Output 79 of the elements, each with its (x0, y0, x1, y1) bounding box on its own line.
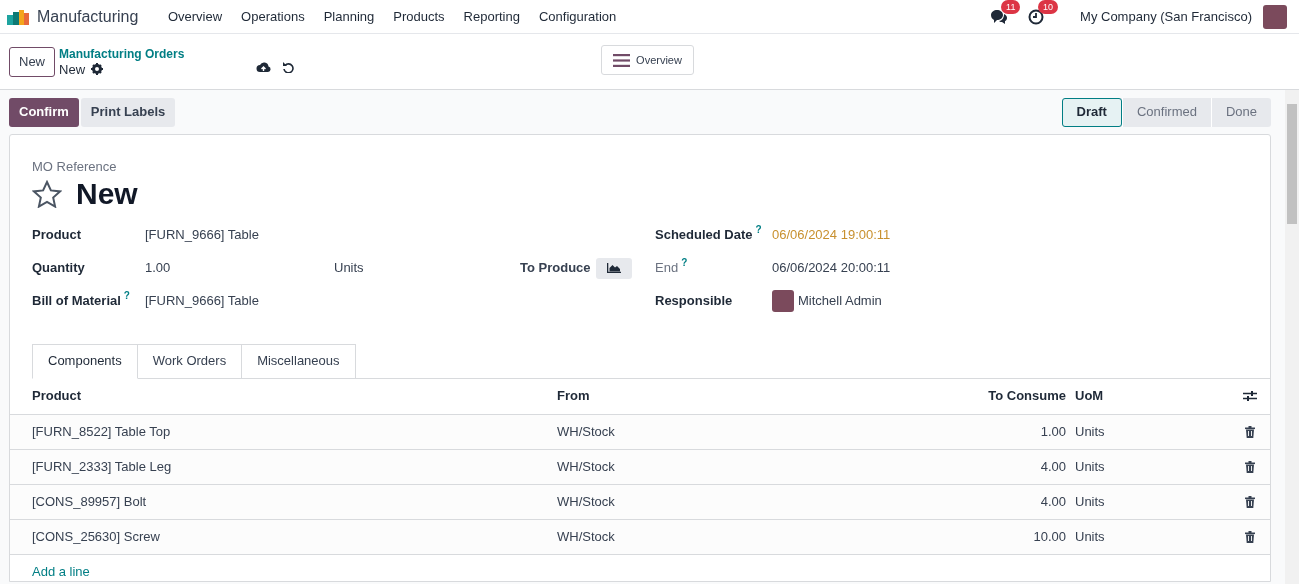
activity-count-badge: 10 (1038, 0, 1059, 14)
new-button[interactable]: New (9, 46, 55, 77)
star-icon[interactable] (32, 179, 62, 208)
table-cell-text: 4.00 (1039, 457, 1066, 476)
menu-item[interactable]: Operations (231, 6, 315, 27)
table-cell-text: 10.00 (1032, 527, 1066, 546)
user-avatar (772, 290, 794, 312)
menu-item[interactable]: Products (383, 6, 455, 27)
field-label: Quantity (32, 259, 85, 278)
table-cell-text: [FURN_8522] Table Top (32, 422, 172, 441)
tab[interactable]: Miscellaneous (242, 343, 356, 379)
gear-icon (91, 63, 104, 75)
help-marker[interactable]: ? (681, 258, 688, 269)
undo-icon (282, 60, 295, 73)
menu-icon (613, 53, 631, 67)
user-avatar[interactable] (1263, 4, 1287, 29)
status-step[interactable]: Confirmed (1121, 97, 1211, 127)
field-value[interactable]: 06/06/2024 20:00:11 (772, 258, 891, 278)
table-cell-text: 4.00 (1039, 492, 1066, 511)
field-label: Scheduled Date (655, 226, 753, 245)
tab[interactable]: Components (32, 343, 138, 379)
table-cell-text: WH/Stock (557, 527, 616, 546)
field-label: Bill of Material (32, 292, 121, 311)
record-title: New (76, 176, 138, 212)
field-label: Product (32, 226, 82, 245)
field-value[interactable]: Mitchell Admin (798, 291, 882, 311)
unit-value[interactable]: Units (334, 258, 520, 278)
column-header[interactable]: Product (32, 386, 557, 406)
app-name[interactable]: Manufacturing (37, 4, 139, 29)
company-switcher[interactable]: My Company (San Francisco) (1080, 6, 1252, 27)
field-label: MO Reference (32, 158, 118, 176)
settings-icon[interactable] (1243, 390, 1257, 402)
add-line-link[interactable]: Add a line (32, 561, 90, 582)
table-cell-text: Units (1074, 422, 1106, 441)
print-labels-button[interactable]: Print Labels (80, 97, 176, 127)
scrollbar[interactable] (1285, 90, 1299, 584)
clock-icon (1028, 8, 1045, 25)
chat-icon (990, 8, 1009, 25)
table-cell-text: Units (1074, 492, 1106, 511)
table-cell-text: WH/Stock (557, 492, 616, 511)
app-logo-icon (7, 8, 29, 25)
menu-item[interactable]: Reporting (454, 6, 530, 27)
menu-item[interactable]: Planning (314, 6, 384, 27)
column-header[interactable]: To Consume (916, 386, 1066, 406)
field-label: End (655, 259, 679, 278)
field-value[interactable]: 1.00 (145, 258, 334, 278)
table-cell-text: [FURN_2333] Table Leg (32, 457, 173, 476)
area-chart-icon (606, 263, 621, 273)
forecast-button[interactable] (595, 257, 632, 279)
table-cell-text: [CONS_89957] Bolt (32, 492, 148, 511)
field-label: To Produce (520, 259, 591, 278)
table-cell-text: Units (1074, 527, 1106, 546)
table-cell-text: [CONS_25630] Screw (32, 527, 161, 546)
cloud-upload-icon (256, 60, 272, 73)
menu-item[interactable]: Configuration (529, 6, 626, 27)
field-label: Responsible (655, 292, 733, 311)
trash-icon[interactable] (1245, 425, 1255, 438)
column-header[interactable]: From (557, 386, 916, 406)
record-name: New (59, 61, 86, 77)
field-value[interactable]: [FURN_9666] Table (145, 291, 259, 311)
message-count-badge: 11 (1001, 0, 1021, 14)
status-step[interactable]: Done (1210, 97, 1271, 127)
help-marker[interactable]: ? (755, 225, 762, 236)
column-header[interactable]: UoM (1066, 386, 1230, 406)
trash-icon[interactable] (1245, 530, 1255, 543)
menu-item[interactable]: Overview (158, 6, 232, 27)
table-cell-text: WH/Stock (557, 422, 616, 441)
overview-button[interactable]: Overview (601, 45, 694, 75)
table-cell-text: WH/Stock (557, 457, 616, 476)
trash-icon[interactable] (1245, 495, 1255, 508)
confirm-button[interactable]: Confirm (9, 97, 79, 127)
table-cell-text: Units (1074, 457, 1106, 476)
tab[interactable]: Work Orders (137, 343, 243, 379)
status-step[interactable]: Draft (1061, 97, 1122, 127)
table-cell-text: 1.00 (1039, 422, 1066, 441)
breadcrumb-link[interactable]: Manufacturing Orders (59, 46, 185, 62)
help-marker[interactable]: ? (123, 291, 130, 302)
trash-icon[interactable] (1245, 460, 1255, 473)
field-value[interactable]: [FURN_9666] Table (145, 225, 259, 245)
